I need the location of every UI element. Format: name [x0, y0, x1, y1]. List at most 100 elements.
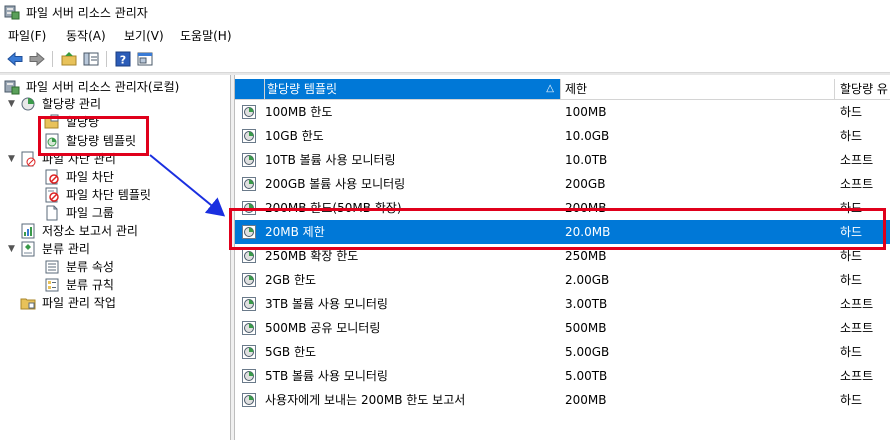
- cell-limit: 2.00GB: [565, 273, 610, 287]
- menu-bar: 파일(F) 동작(A) 보기(V) 도움말(H): [0, 24, 890, 46]
- cell-quota-type: 하드: [840, 393, 863, 407]
- cell-quota-type: 하드: [840, 129, 863, 143]
- file-server-icon: [4, 5, 20, 20]
- storage-report-icon: [21, 223, 35, 239]
- table-row[interactable]: 500MB 공유 모니터링 500MB 소프트: [235, 316, 890, 340]
- tree-item-file-screen-templates[interactable]: 파일 차단 템플릿: [44, 186, 224, 204]
- tree-item-label: 저장소 보고서 관리: [42, 224, 138, 238]
- file-group-icon: [46, 205, 58, 221]
- table-row[interactable]: 사용자에게 보내는 200MB 한도 보고서 200MB 하드: [235, 388, 890, 412]
- cell-limit: 200MB: [565, 393, 607, 407]
- tree-item-classification-rules[interactable]: 분류 규칙: [44, 276, 224, 294]
- quota-template-icon: [242, 273, 256, 287]
- quota-template-icon: [242, 153, 256, 167]
- tree-item-file-groups[interactable]: 파일 그룹: [44, 204, 224, 222]
- menu-file[interactable]: 파일(F): [8, 27, 46, 44]
- quota-template-icon: [242, 393, 256, 407]
- cell-quota-type: 소프트: [840, 321, 874, 335]
- table-row[interactable]: 100MB 한도 100MB 하드: [235, 100, 890, 124]
- tree-item-file-screens[interactable]: 파일 차단: [44, 168, 224, 186]
- folder-icon: [20, 298, 36, 310]
- column-header-icon[interactable]: [235, 79, 265, 99]
- quota-template-icon: [242, 297, 256, 311]
- cell-template-name: 2GB 한도: [265, 273, 317, 287]
- table-row[interactable]: 3TB 볼륨 사용 모니터링 3.00TB 소프트: [235, 292, 890, 316]
- cell-template-name: 500MB 공유 모니터링: [265, 321, 381, 335]
- toolbar-separator: [106, 51, 107, 67]
- cell-quota-type: 소프트: [840, 177, 874, 191]
- cell-limit: 3.00TB: [565, 297, 608, 311]
- window-title: 파일 서버 리소스 관리자: [26, 6, 148, 20]
- table-row[interactable]: 2GB 한도 2.00GB 하드: [235, 268, 890, 292]
- tree-item-root[interactable]: 파일 서버 리소스 관리자(로컬): [4, 78, 229, 96]
- tree-item-storage-reports[interactable]: 저장소 보고서 관리: [20, 222, 229, 240]
- help-icon[interactable]: ?: [114, 50, 132, 68]
- sort-ascending-icon: △: [546, 83, 554, 94]
- back-icon[interactable]: [6, 50, 24, 68]
- quota-template-icon: [242, 177, 256, 191]
- cell-quota-type: 소프트: [840, 369, 874, 383]
- rule-list-icon: [45, 278, 59, 292]
- quota-management-icon: [21, 97, 35, 111]
- file-server-icon: [4, 80, 20, 95]
- table-row[interactable]: 10GB 한도 10.0GB 하드: [235, 124, 890, 148]
- column-header-label: 할당량 유: [840, 82, 888, 96]
- cell-limit: 10.0TB: [565, 153, 608, 167]
- column-header-quota-type[interactable]: 할당량 유: [835, 79, 890, 99]
- cell-limit: 10.0GB: [565, 129, 610, 143]
- cell-quota-type: 소프트: [840, 297, 874, 311]
- forward-icon[interactable]: [28, 50, 46, 68]
- tree-item-label: 파일 서버 리소스 관리자(로컬): [26, 80, 180, 94]
- highlight-box-tree: [38, 116, 149, 156]
- svg-text:?: ?: [120, 54, 126, 67]
- tree-item-label: 분류 규칙: [66, 278, 114, 292]
- table-row[interactable]: 5TB 볼륨 사용 모니터링 5.00TB 소프트: [235, 364, 890, 388]
- tree-item-file-management-tasks[interactable]: 파일 관리 작업: [20, 294, 229, 312]
- highlight-box-row: [229, 208, 886, 250]
- tree-item-label: 파일 차단: [66, 170, 114, 184]
- tree-item-label: 할당량 관리: [42, 97, 102, 111]
- chevron-down-icon[interactable]: ▼: [8, 95, 18, 113]
- cell-template-name: 사용자에게 보내는 200MB 한도 보고서: [265, 393, 466, 407]
- cell-quota-type: 하드: [840, 345, 863, 359]
- list-header: 할당량 템플릿 △ 제한 할당량 유: [235, 79, 890, 100]
- toolbar-separator: [52, 51, 53, 67]
- table-row[interactable]: 200GB 볼륨 사용 모니터링 200GB 소프트: [235, 172, 890, 196]
- file-screen-template-icon: [45, 187, 59, 203]
- cell-limit: 5.00GB: [565, 345, 610, 359]
- column-header-limit[interactable]: 제한: [561, 79, 835, 99]
- show-hide-tree-icon[interactable]: [82, 50, 100, 68]
- column-header-template[interactable]: 할당량 템플릿 △: [265, 79, 561, 99]
- file-screen-management-icon: [21, 151, 36, 167]
- tree-item-classification-properties[interactable]: 분류 속성: [44, 258, 224, 276]
- menu-help[interactable]: 도움말(H): [180, 27, 232, 44]
- cell-quota-type: 하드: [840, 273, 863, 287]
- property-list-icon: [45, 260, 59, 274]
- chevron-down-icon[interactable]: ▼: [8, 150, 18, 168]
- cell-template-name: 10TB 볼륨 사용 모니터링: [265, 153, 396, 167]
- classification-icon: [21, 241, 35, 257]
- cell-template-name: 200GB 볼륨 사용 모니터링: [265, 177, 406, 191]
- menu-view[interactable]: 보기(V): [124, 27, 164, 44]
- cell-limit: 200GB: [565, 177, 606, 191]
- quota-template-icon: [242, 105, 256, 119]
- quota-template-icon: [242, 321, 256, 335]
- cell-quota-type: 소프트: [840, 153, 874, 167]
- file-screen-icon: [45, 169, 59, 185]
- menu-action[interactable]: 동작(A): [66, 27, 106, 44]
- properties-icon[interactable]: [136, 50, 154, 68]
- table-row[interactable]: 10TB 볼륨 사용 모니터링 10.0TB 소프트: [235, 148, 890, 172]
- chevron-down-icon[interactable]: ▼: [8, 240, 18, 258]
- cell-limit: 500MB: [565, 321, 607, 335]
- quota-template-icon: [242, 129, 256, 143]
- tree-item-label: 분류 관리: [42, 242, 90, 256]
- cell-template-name: 5TB 볼륨 사용 모니터링: [265, 369, 388, 383]
- title-bar: 파일 서버 리소스 관리자: [0, 0, 890, 24]
- up-folder-icon[interactable]: [60, 50, 78, 68]
- cell-limit: 100MB: [565, 105, 607, 119]
- cell-template-name: 5GB 한도: [265, 345, 317, 359]
- tree-item-quota-management[interactable]: ▼ 할당량 관리: [6, 95, 229, 113]
- cell-template-name: 100MB 한도: [265, 105, 333, 119]
- tree-item-classification-management[interactable]: ▼ 분류 관리: [6, 240, 229, 258]
- table-row[interactable]: 5GB 한도 5.00GB 하드: [235, 340, 890, 364]
